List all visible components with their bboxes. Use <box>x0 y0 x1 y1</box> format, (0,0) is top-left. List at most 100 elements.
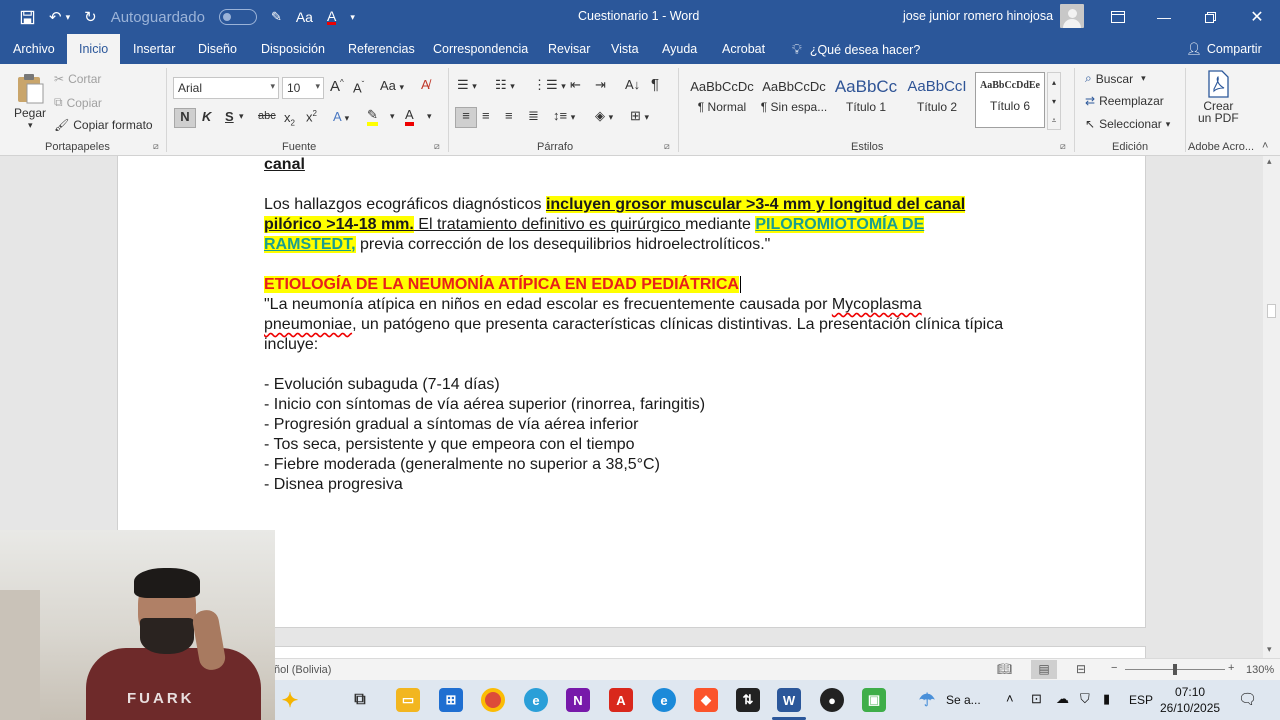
obs-icon[interactable]: ● <box>820 688 844 712</box>
clear-formatting-icon[interactable]: A̸ <box>421 77 430 92</box>
find-button[interactable]: ⌕ Buscar ▾ <box>1085 71 1146 86</box>
word-icon[interactable]: W <box>777 688 801 712</box>
clock[interactable]: 07:10 26/10/2025 <box>1160 684 1220 716</box>
numbering-icon[interactable]: ☷ ▾ <box>495 77 515 93</box>
save-icon[interactable] <box>20 10 35 25</box>
clipboard-dialog-icon[interactable]: ⧄ <box>153 141 159 152</box>
task-view-icon[interactable]: ⧉ <box>348 688 372 712</box>
tab-acrobat[interactable]: Acrobat <box>722 34 765 64</box>
security-icon[interactable]: ⛉ <box>1080 691 1090 707</box>
scrollbar-thumb[interactable] <box>1267 304 1276 318</box>
copy-button[interactable]: ⧉ Copiar <box>54 95 102 110</box>
vertical-scrollbar[interactable]: ▴ ▾ <box>1263 156 1280 658</box>
undo-dropdown-icon[interactable]: ▾ <box>66 12 71 23</box>
font-size-icon[interactable]: Aa <box>296 9 313 25</box>
bullets-icon[interactable]: ☰ ▾ <box>457 77 477 93</box>
chevron-up-icon[interactable]: ˄ <box>1006 691 1014 706</box>
tab-vista[interactable]: Vista <box>611 34 639 64</box>
create-pdf-button[interactable]: Crear un PDF <box>1198 70 1239 125</box>
tab-archivo[interactable]: Archivo <box>13 34 55 64</box>
align-left-button[interactable]: ≡ <box>455 107 477 128</box>
tab-inicio[interactable]: Inicio <box>67 34 121 64</box>
line-spacing-icon[interactable]: ↕≡ ▾ <box>553 108 575 123</box>
collapse-ribbon-icon[interactable]: ˄ <box>1262 140 1268 152</box>
style-normal[interactable]: AaBbCcDc ¶ Normal <box>688 74 756 132</box>
restore-icon[interactable] <box>1187 0 1233 34</box>
style-heading-6[interactable]: AaBbCcDdEe Título 6 <box>975 72 1045 128</box>
tab-diseno[interactable]: Diseño <box>198 34 237 64</box>
input-language[interactable]: ESP <box>1129 693 1153 707</box>
language-indicator[interactable]: ñol (Bolivia) <box>274 664 331 676</box>
tab-correspondencia[interactable]: Correspondencia <box>433 34 528 64</box>
style-heading-2[interactable]: AaBbCcI Título 2 <box>904 74 970 132</box>
tab-revisar[interactable]: Revisar <box>548 34 590 64</box>
undo-icon[interactable]: ↶ <box>49 8 62 26</box>
minimize-icon[interactable]: — <box>1141 0 1187 34</box>
scroll-down-icon[interactable]: ▾ <box>1267 644 1272 655</box>
decrease-indent-icon[interactable]: ⇤ <box>570 77 581 93</box>
weather-icon[interactable]: ☂ <box>915 688 939 712</box>
format-painter-button[interactable]: 🖌︎ Copiar formato <box>54 118 153 132</box>
highlight-color-icon[interactable]: ✎ <box>367 108 378 126</box>
ribbon-display-options-icon[interactable] <box>1095 0 1141 34</box>
superscript-button[interactable]: x2 <box>306 109 317 124</box>
tray-app-icon[interactable]: ⊡ <box>1031 691 1042 707</box>
italic-button[interactable]: K <box>202 109 211 124</box>
print-layout-icon[interactable]: ▤ <box>1031 660 1057 679</box>
read-mode-icon[interactable]: 📖︎ <box>997 662 1012 676</box>
tab-referencias[interactable]: Referencias <box>348 34 415 64</box>
zoom-slider-thumb[interactable] <box>1173 664 1177 675</box>
text-effects-icon[interactable]: A ▾ <box>333 109 349 124</box>
document-content[interactable]: canal Los hallazgos ecográficos diagnóst… <box>264 156 1004 495</box>
tell-me-search[interactable]: 💡︎ ¿Qué desea hacer? <box>792 34 920 65</box>
file-explorer-icon[interactable]: ▭ <box>396 688 420 712</box>
font-color-icon[interactable]: A <box>326 9 337 25</box>
font-family-select[interactable]: Arial ▾ <box>173 77 279 99</box>
borders-icon[interactable]: ⊞ ▾ <box>630 108 649 124</box>
avatar[interactable] <box>1060 4 1084 28</box>
weather-label[interactable]: Se a... <box>946 693 981 707</box>
paragraph-dialog-icon[interactable]: ⧄ <box>664 141 670 152</box>
app-arrows-icon[interactable]: ⇅ <box>736 688 760 712</box>
styles-gallery-scroll[interactable]: ▴ ▾ ⩡ <box>1047 72 1061 130</box>
chrome-icon[interactable] <box>481 688 505 712</box>
usb-icon[interactable]: ▮ <box>1103 691 1110 707</box>
multilevel-list-icon[interactable]: ⋮☰ ▾ <box>533 77 566 93</box>
paste-dropdown-icon[interactable]: ▾ <box>28 120 33 131</box>
zoom-out-icon[interactable]: − <box>1111 662 1117 674</box>
select-button[interactable]: ↖ Seleccionar ▾ <box>1085 117 1170 131</box>
share-button[interactable]: 👤︎ Compartir <box>1186 34 1262 64</box>
font-color-dropdown-icon[interactable]: ▾ <box>427 111 432 122</box>
redo-icon[interactable]: ↻ <box>84 8 97 26</box>
shrink-font-icon[interactable]: Aˇ <box>353 80 364 95</box>
zoom-level[interactable]: 130% <box>1246 664 1274 676</box>
show-formatting-marks-icon[interactable]: ¶ <box>651 76 659 93</box>
brave-icon[interactable]: ◆ <box>694 688 718 712</box>
zoom-in-icon[interactable]: + <box>1228 662 1234 674</box>
cut-button[interactable]: ✂ Cortar <box>54 72 101 86</box>
change-case-icon[interactable]: Aa ▾ <box>380 78 404 93</box>
font-color-icon[interactable]: A <box>405 108 414 126</box>
copilot-sparkle-icon[interactable]: ✦ <box>278 688 302 712</box>
font-size-select[interactable]: 10 ▾ <box>282 77 324 99</box>
shading-icon[interactable]: ◈ ▾ <box>595 108 613 124</box>
replace-button[interactable]: ⇄ Reemplazar <box>1085 94 1164 108</box>
font-dialog-icon[interactable]: ⧄ <box>434 141 440 152</box>
grow-font-icon[interactable]: A^ <box>330 78 344 95</box>
styles-dialog-icon[interactable]: ⧄ <box>1060 141 1066 152</box>
style-heading-1[interactable]: AaBbCc Título 1 <box>833 74 899 132</box>
paste-button[interactable]: Pegar <box>14 72 46 120</box>
store-icon[interactable]: ⊞ <box>439 688 463 712</box>
internet-explorer-icon[interactable]: e <box>652 688 676 712</box>
tab-insertar[interactable]: Insertar <box>133 34 175 64</box>
highlight-icon[interactable]: ✎ <box>271 9 282 25</box>
tab-ayuda[interactable]: Ayuda <box>662 34 697 64</box>
style-no-spacing[interactable]: AaBbCcDc ¶ Sin espa... <box>759 74 829 132</box>
underline-button[interactable]: S <box>225 109 234 124</box>
highlight-dropdown-icon[interactable]: ▾ <box>390 111 395 122</box>
increase-indent-icon[interactable]: ⇥ <box>595 77 606 93</box>
android-app-icon[interactable]: ▣ <box>862 688 886 712</box>
customize-qat-icon[interactable]: ▾ <box>350 12 355 23</box>
strikethrough-button[interactable]: abc <box>258 110 276 122</box>
autosave-toggle[interactable] <box>218 9 257 25</box>
